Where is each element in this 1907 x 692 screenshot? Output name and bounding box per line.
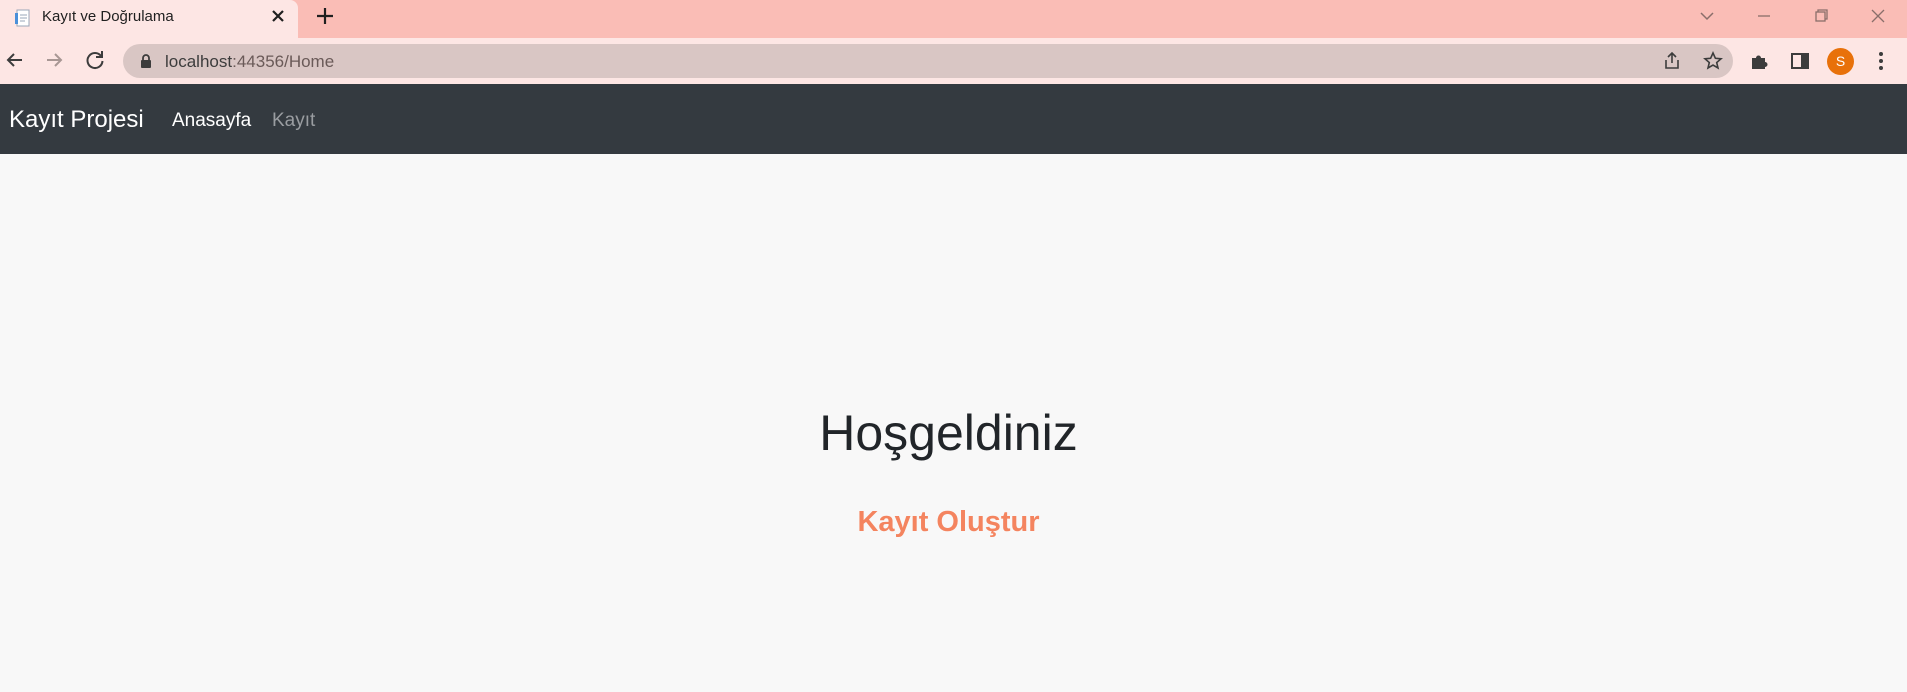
nav-link-kayit[interactable]: Kayıt xyxy=(272,110,315,132)
main-content: Hoşgeldiniz Kayıt Oluştur xyxy=(0,154,1907,692)
address-bar[interactable]: localhost:44356/Home xyxy=(123,44,1733,78)
minimize-icon[interactable] xyxy=(1752,4,1776,28)
nav-link-anasayfa[interactable]: Anasayfa xyxy=(172,110,251,132)
welcome-heading: Hoşgeldiniz xyxy=(819,405,1078,461)
profile-avatar[interactable]: S xyxy=(1827,48,1854,75)
browser-tab[interactable]: Kayıt ve Doğrulama xyxy=(0,0,298,38)
app-navbar: Kayıt Projesi Anasayfa Kayıt xyxy=(0,84,1907,154)
lock-icon[interactable] xyxy=(139,53,153,69)
forward-arrow-icon[interactable] xyxy=(41,47,67,73)
browser-toolbar: localhost:44356/Home S xyxy=(0,38,1907,84)
close-icon[interactable] xyxy=(268,6,288,26)
back-arrow-icon[interactable] xyxy=(2,47,28,73)
kebab-menu-icon[interactable] xyxy=(1876,49,1886,73)
window-close-icon[interactable] xyxy=(1866,4,1890,28)
plus-icon[interactable] xyxy=(312,3,338,29)
share-icon[interactable] xyxy=(1662,51,1682,71)
puzzle-icon[interactable] xyxy=(1748,50,1770,72)
tab-title: Kayıt ve Doğrulama xyxy=(42,8,174,25)
url-host: localhost xyxy=(165,52,233,71)
reload-icon[interactable] xyxy=(82,47,108,73)
browser-tab-strip: Kayıt ve Doğrulama xyxy=(0,0,1907,38)
url-text[interactable]: localhost:44356/Home xyxy=(165,52,334,72)
star-icon[interactable] xyxy=(1703,51,1723,71)
side-panel-icon[interactable] xyxy=(1789,50,1811,72)
document-icon xyxy=(14,9,32,27)
url-path: :44356/Home xyxy=(232,52,335,71)
navbar-brand[interactable]: Kayıt Projesi xyxy=(9,106,144,134)
create-record-link[interactable]: Kayıt Oluştur xyxy=(0,506,1897,539)
restore-icon[interactable] xyxy=(1809,4,1833,28)
tab-search-chevron-icon[interactable] xyxy=(1695,4,1719,28)
